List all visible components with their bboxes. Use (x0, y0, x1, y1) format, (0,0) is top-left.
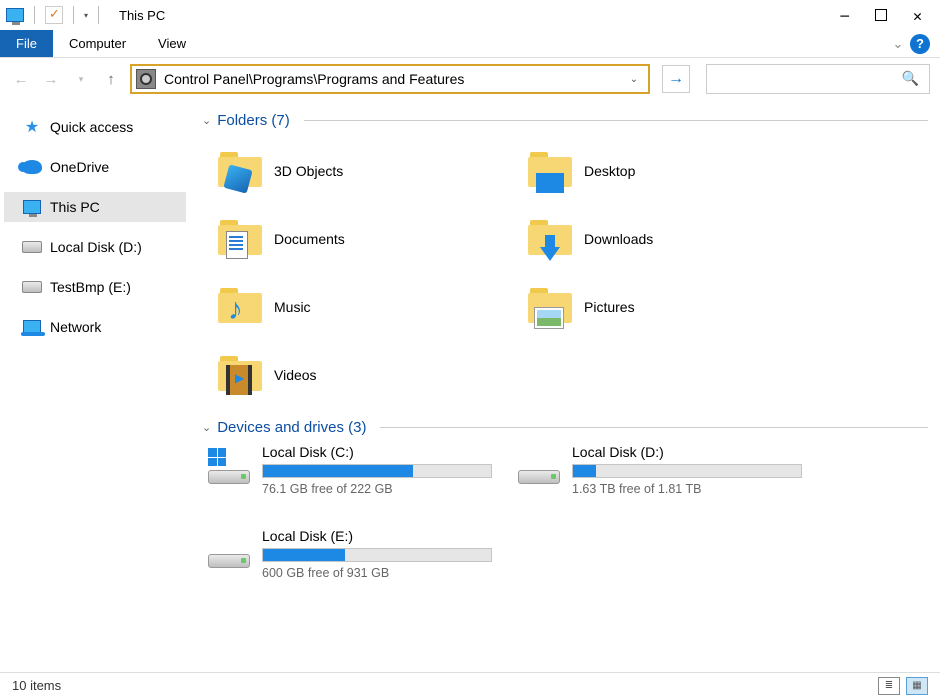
chevron-down-icon: ⌄ (202, 114, 211, 127)
hdd-icon (206, 444, 250, 492)
drive-free-text: 600 GB free of 931 GB (262, 566, 492, 580)
folder-label: Desktop (584, 163, 635, 179)
drive-free-text: 76.1 GB free of 222 GB (262, 482, 492, 496)
tab-computer[interactable]: Computer (53, 30, 142, 57)
hdd-icon (516, 444, 560, 492)
refresh-go-button[interactable]: → (662, 65, 690, 93)
folder-documents[interactable]: Documents (202, 205, 512, 273)
group-title: Devices and drives (3) (217, 419, 366, 436)
sidebar-item-label: OneDrive (50, 159, 109, 175)
folder-label: Documents (274, 231, 345, 247)
location-icon (136, 69, 156, 89)
folder-icon (528, 149, 572, 193)
qat-properties-icon[interactable]: ✓ (45, 6, 63, 24)
sidebar-item-label: Quick access (50, 119, 133, 135)
forward-button[interactable]: → (40, 68, 62, 90)
drive-usage-bar (572, 464, 802, 478)
recent-locations-dropdown[interactable]: ▾ (70, 68, 92, 90)
status-bar: 10 items ≣ ▦ (0, 672, 940, 698)
folder-label: Pictures (584, 299, 635, 315)
window-title: This PC (119, 8, 165, 23)
folder-icon (528, 285, 572, 329)
folder-desktop[interactable]: Desktop (512, 137, 822, 205)
chevron-down-icon: ⌄ (202, 421, 211, 434)
drive-name: Local Disk (E:) (262, 528, 492, 544)
folder-label: Music (274, 299, 311, 315)
onedrive-icon (22, 158, 42, 176)
star-icon (22, 118, 42, 136)
sidebar-item-label: TestBmp (E:) (50, 279, 131, 295)
tab-file[interactable]: File (0, 30, 53, 57)
app-icon (6, 6, 24, 24)
drive-name: Local Disk (D:) (572, 444, 802, 460)
folder-icon (218, 217, 262, 261)
ribbon-collapse-icon[interactable]: ⌄ (886, 30, 910, 57)
status-item-count: 10 items (12, 678, 61, 693)
drives-grid: Local Disk (C:) 76.1 GB free of 222 GB L… (202, 444, 928, 592)
group-header-folders[interactable]: ⌄ Folders (7) (202, 112, 928, 129)
drive-usage-bar (262, 464, 492, 478)
help-button[interactable]: ? (910, 34, 930, 54)
drive-local-disk-c[interactable]: Local Disk (C:) 76.1 GB free of 222 GB (202, 444, 512, 508)
back-button[interactable]: ← (10, 68, 32, 90)
folder-downloads[interactable]: Downloads (512, 205, 822, 273)
sidebar-item-local-disk-d[interactable]: Local Disk (D:) (4, 232, 186, 262)
folder-videos[interactable]: Videos (202, 341, 512, 409)
qat-dropdown-icon[interactable]: ▾ (84, 11, 88, 20)
navigation-pane: Quick access OneDrive This PC Local Disk… (0, 100, 190, 672)
ribbon-tabs: File Computer View ⌄ ? (0, 30, 940, 58)
hdd-icon (206, 528, 250, 576)
network-icon (22, 318, 42, 336)
minimize-button[interactable] (841, 6, 849, 25)
address-history-dropdown[interactable]: ⌄ (624, 74, 644, 85)
folder-icon (528, 217, 572, 261)
drive-local-disk-d[interactable]: Local Disk (D:) 1.63 TB free of 1.81 TB (512, 444, 822, 508)
navigation-toolbar: ← → ▾ ↑ ⌄ → 🔍 (0, 58, 940, 100)
sidebar-item-label: Network (50, 319, 101, 335)
separator (34, 6, 35, 24)
hdd-icon (22, 278, 42, 296)
search-icon: 🔍 (902, 70, 919, 87)
drive-local-disk-e[interactable]: Local Disk (E:) 600 GB free of 931 GB (202, 528, 512, 592)
title-bar: ✓ ▾ This PC (0, 0, 940, 30)
separator (98, 6, 99, 24)
group-header-drives[interactable]: ⌄ Devices and drives (3) (202, 419, 928, 436)
view-tiles-button[interactable]: ▦ (906, 677, 928, 695)
hdd-icon (22, 238, 42, 256)
tab-view[interactable]: View (142, 30, 202, 57)
folder-label: Downloads (584, 231, 653, 247)
sidebar-item-quick-access[interactable]: Quick access (4, 112, 186, 142)
content-pane: ⌄ Folders (7) 3D Objects Desktop Documen… (190, 100, 940, 672)
drive-free-text: 1.63 TB free of 1.81 TB (572, 482, 802, 496)
folder-music[interactable]: ♪ Music (202, 273, 512, 341)
close-button[interactable] (913, 6, 922, 25)
drive-name: Local Disk (C:) (262, 444, 492, 460)
folder-icon (218, 149, 262, 193)
folder-icon (218, 353, 262, 397)
folder-label: 3D Objects (274, 163, 343, 179)
address-bar[interactable]: ⌄ (130, 64, 650, 94)
folder-icon: ♪ (218, 285, 262, 329)
sidebar-item-label: Local Disk (D:) (50, 239, 142, 255)
windows-flag-icon (208, 448, 226, 466)
address-input[interactable] (162, 66, 624, 92)
folder-3d-objects[interactable]: 3D Objects (202, 137, 512, 205)
sidebar-item-network[interactable]: Network (4, 312, 186, 342)
folder-pictures[interactable]: Pictures (512, 273, 822, 341)
sidebar-item-label: This PC (50, 199, 100, 215)
search-box[interactable]: 🔍 (706, 64, 930, 94)
separator (380, 427, 928, 428)
separator (73, 6, 74, 24)
group-title: Folders (7) (217, 112, 290, 129)
up-button[interactable]: ↑ (100, 68, 122, 90)
sidebar-item-onedrive[interactable]: OneDrive (4, 152, 186, 182)
view-details-button[interactable]: ≣ (878, 677, 900, 695)
pc-icon (22, 198, 42, 216)
maximize-button[interactable] (875, 9, 887, 21)
separator (304, 120, 928, 121)
folder-label: Videos (274, 367, 317, 383)
sidebar-item-this-pc[interactable]: This PC (4, 192, 186, 222)
drive-usage-bar (262, 548, 492, 562)
sidebar-item-testbmp-e[interactable]: TestBmp (E:) (4, 272, 186, 302)
